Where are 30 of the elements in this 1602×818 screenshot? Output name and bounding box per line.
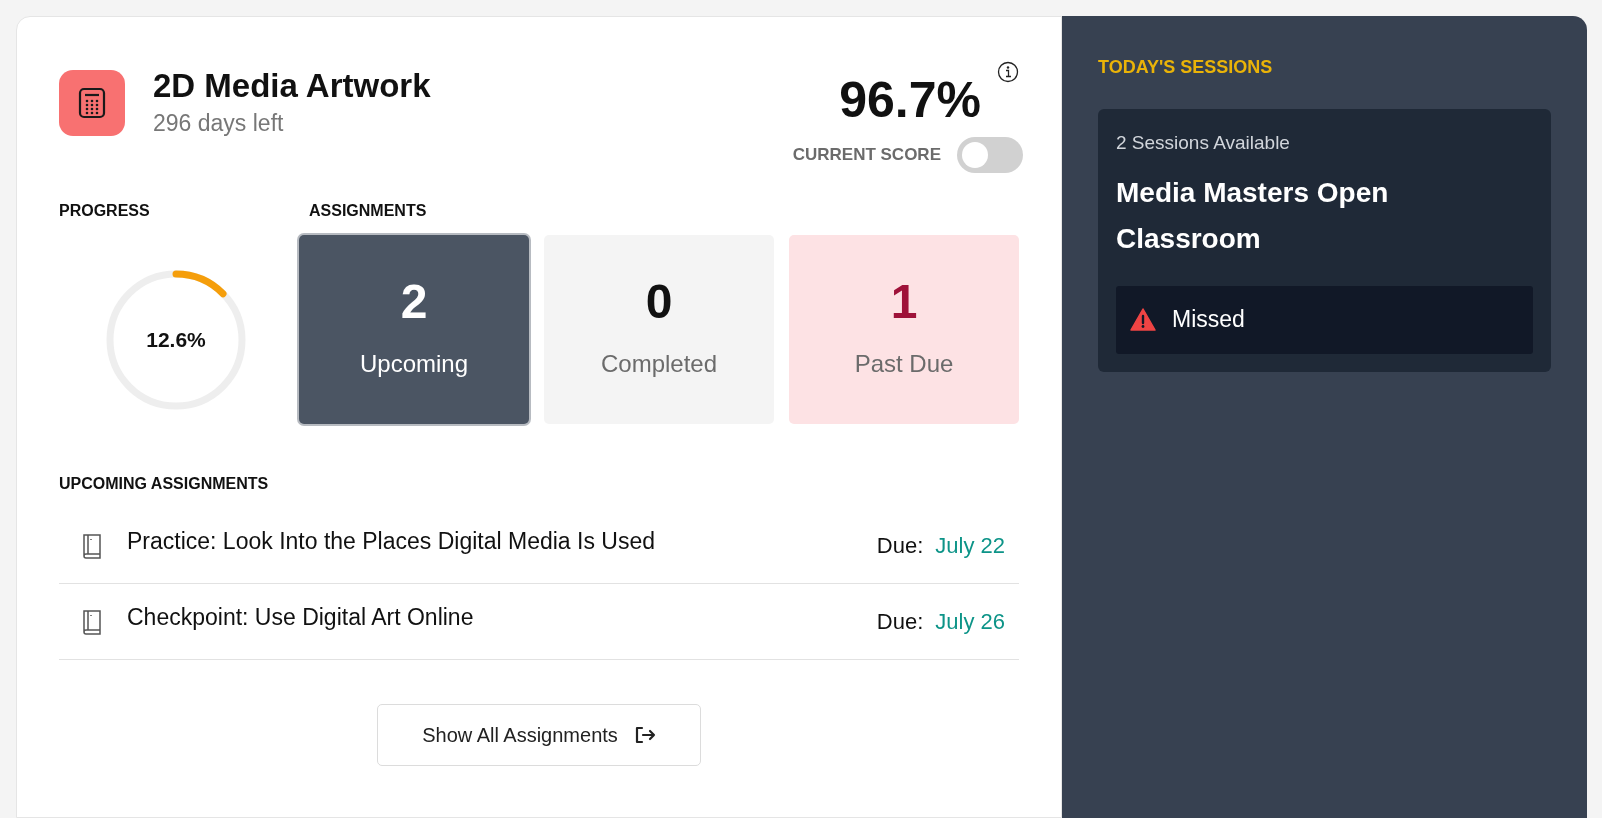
show-all-assignments-button[interactable]: Show All Assignments	[377, 704, 701, 766]
assignment-tile[interactable]: 0 Completed	[544, 235, 774, 424]
days-left: 296 days left	[153, 109, 285, 139]
course-title: 2D Media Artwork	[153, 66, 431, 106]
assignment-title[interactable]: Checkpoint: Use Digital Art Online	[127, 600, 474, 635]
assignment-tile[interactable]: 2 Upcoming	[299, 235, 529, 424]
exit-arrow-icon	[633, 725, 656, 745]
upcoming-heading: UPCOMING ASSIGNMENTS	[59, 474, 270, 494]
session-card[interactable]: 2 Sessions Available Media Masters Open Classroom Missed	[1098, 109, 1551, 372]
info-icon	[997, 61, 1019, 83]
sessions-count: 2 Sessions Available	[1116, 131, 1291, 155]
due-label: Due:	[876, 608, 924, 636]
sessions-heading: TODAY'S SESSIONS	[1098, 56, 1274, 79]
book-icon	[81, 532, 103, 559]
progress-heading: PROGRESS	[59, 201, 151, 221]
assignment-title[interactable]: Practice: Look Into the Places Digital Media Is Used	[127, 524, 655, 559]
warning-icon	[1130, 308, 1156, 331]
due-date: July 26	[935, 608, 1005, 636]
calculator-icon	[78, 86, 106, 119]
score-label: CURRENT SCORE	[792, 144, 941, 167]
score-value: 96.7%	[839, 75, 981, 125]
progress-value: 12.6%	[145, 327, 207, 354]
missed-label: Missed	[1172, 305, 1245, 335]
assignments-heading: ASSIGNMENTS	[309, 201, 428, 221]
session-title: Media Masters Open Classroom	[1116, 175, 1390, 256]
due-label: Due:	[876, 532, 924, 560]
due-date: July 22	[935, 532, 1005, 560]
assignment-tile[interactable]: 1 Past Due	[789, 235, 1019, 424]
book-icon	[81, 608, 103, 635]
score-toggle[interactable]	[957, 137, 1023, 173]
